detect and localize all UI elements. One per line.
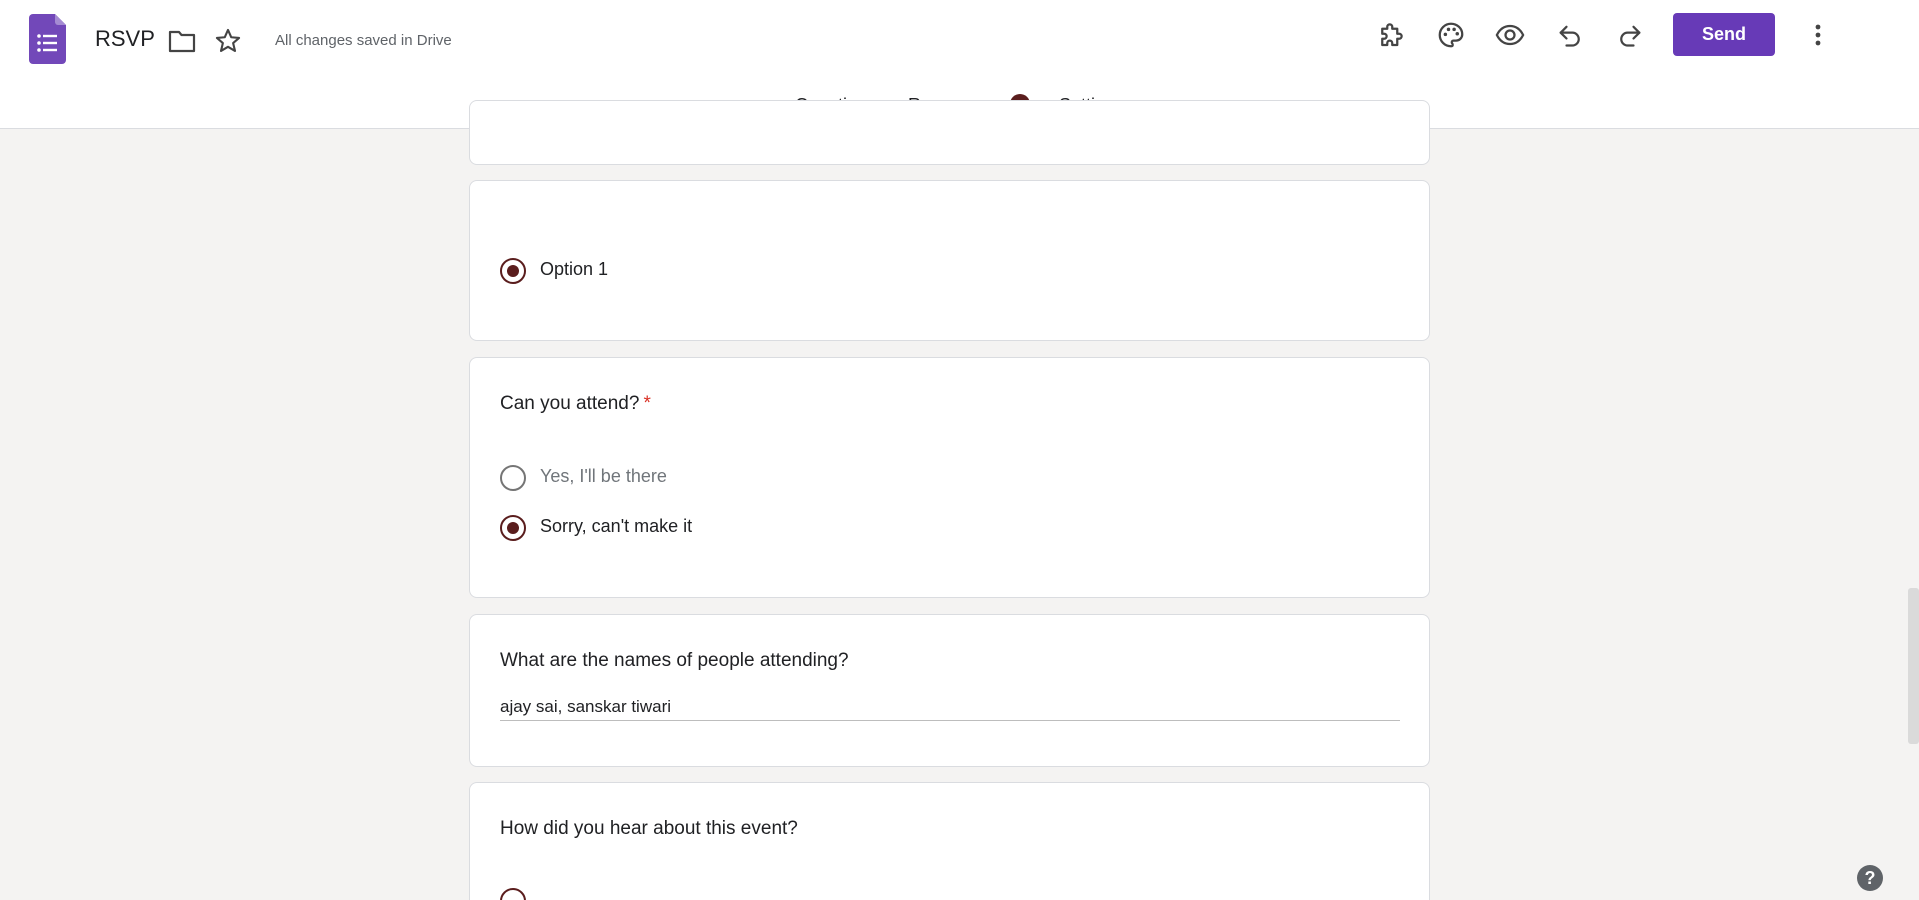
option-label-no: Sorry, can't make it: [540, 516, 693, 536]
answer-underline: [500, 720, 1400, 721]
preview-icon[interactable]: [1492, 17, 1528, 53]
help-icon[interactable]: ?: [1857, 865, 1883, 891]
scrollbar-thumb[interactable]: [1908, 588, 1919, 744]
send-button[interactable]: Send: [1673, 13, 1775, 56]
document-title[interactable]: RSVP: [95, 26, 155, 52]
radio-selected-dot: [507, 265, 519, 277]
forms-logo-icon[interactable]: [29, 14, 66, 64]
folder-icon[interactable]: [168, 28, 196, 54]
radio-selected-dot: [507, 522, 519, 534]
question-title: How did you hear about this event?: [500, 818, 798, 839]
more-vert-icon[interactable]: [1800, 17, 1836, 53]
radio-option-cut[interactable]: [500, 888, 526, 900]
question-title: What are the names of people attending?: [500, 650, 849, 671]
question-card-names: What are the names of people attending? …: [469, 614, 1430, 767]
radio-no[interactable]: [500, 515, 526, 541]
palette-icon[interactable]: [1433, 17, 1469, 53]
question-card-attend: Can you attend? * Yes, I'll be there Sorr…: [469, 357, 1430, 598]
answer-text: ajay sai, sanskar tiwari: [500, 697, 672, 716]
redo-icon[interactable]: [1612, 17, 1648, 53]
question-card-option: Option 1: [469, 180, 1430, 341]
question-title: Can you attend? *: [500, 393, 651, 415]
star-icon[interactable]: [214, 27, 242, 55]
previous-question-card: [469, 100, 1430, 165]
question-text: Can you attend?: [500, 393, 640, 414]
save-status-text: All changes saved in Drive: [275, 32, 452, 49]
required-marker: *: [643, 393, 651, 414]
radio-option-1[interactable]: [500, 258, 526, 284]
radio-yes[interactable]: [500, 465, 526, 491]
option-label-yes: Yes, I'll be there: [540, 466, 667, 486]
undo-icon[interactable]: [1552, 17, 1588, 53]
question-card-hear: How did you hear about this event?: [469, 782, 1430, 900]
addon-icon[interactable]: [1373, 17, 1409, 53]
option-label: Option 1: [540, 259, 609, 279]
